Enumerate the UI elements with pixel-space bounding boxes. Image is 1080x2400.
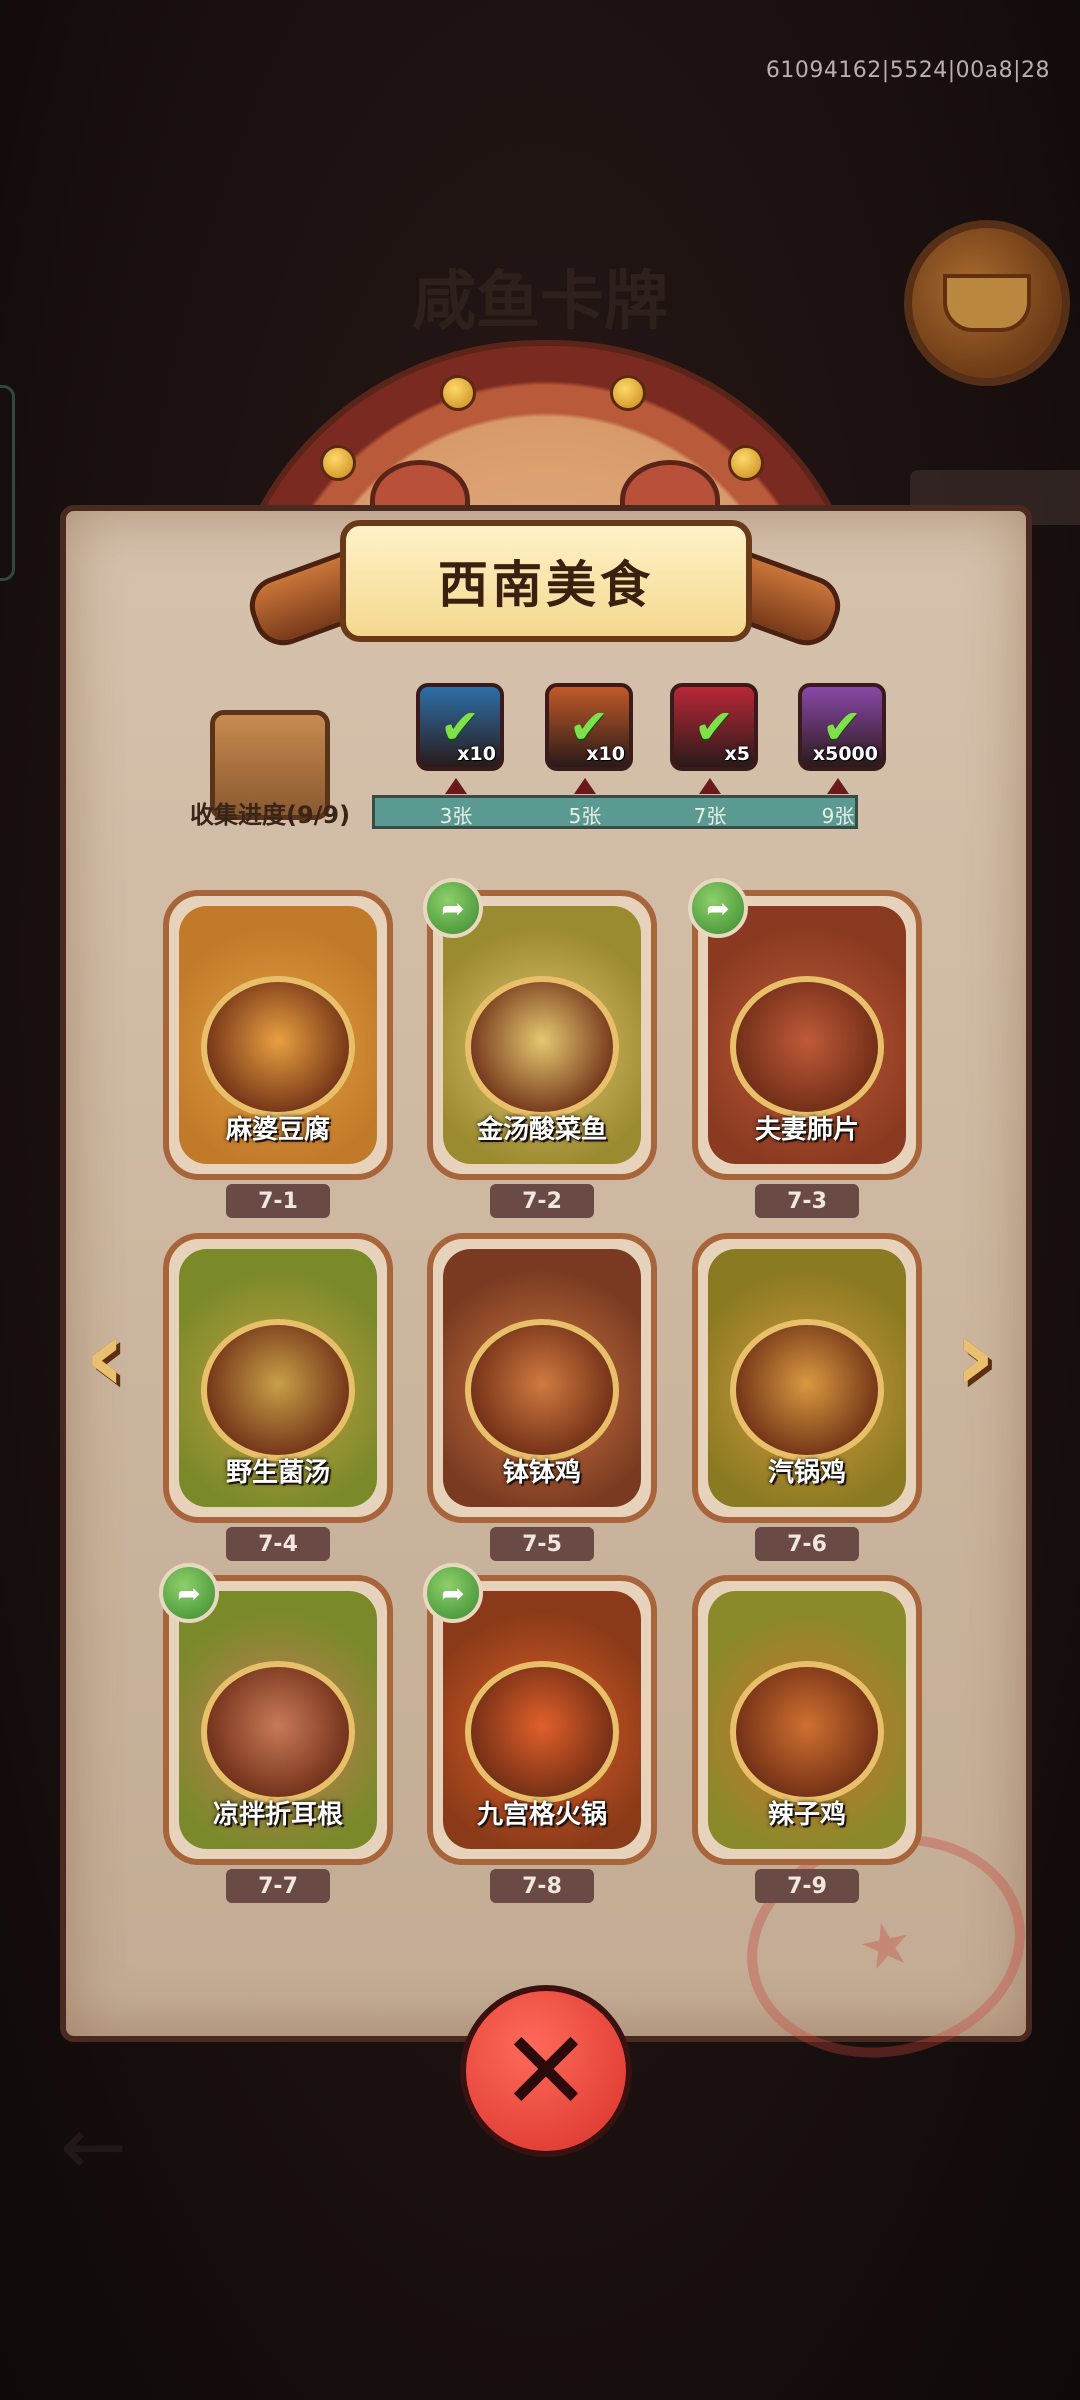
share-arrow-icon[interactable]: ➦ [423,1563,483,1623]
dome-bead [440,375,476,411]
milestone-reward-ticket-icon[interactable]: ✔ x10 [545,683,633,771]
food-card-number: 7-8 [490,1869,594,1903]
share-arrow-icon[interactable]: ➦ [688,878,748,938]
milestone-label: 3张 [439,804,473,828]
milestone-marker [445,778,467,794]
back-arrow-icon: ← [60,2100,128,2193]
reward-quantity: x10 [586,743,625,765]
food-card-image: 汽锅鸡 [708,1249,906,1507]
dome-bead [728,445,764,481]
dome-bead [320,445,356,481]
food-card[interactable]: 麻婆豆腐 [163,890,393,1180]
food-card-number: 7-9 [755,1869,859,1903]
food-card-number: 7-7 [226,1869,330,1903]
food-card-number: 7-1 [226,1184,330,1218]
food-card-image: 九宫格火锅 [443,1591,641,1849]
milestone-label: 7张 [693,804,727,828]
food-card-number: 7-6 [755,1527,859,1561]
coffee-cup-icon[interactable] [904,220,1070,386]
food-card-number: 7-5 [490,1527,594,1561]
next-page-arrow-icon[interactable]: › [940,1297,1010,1414]
food-card-name: 凉拌折耳根 [212,1800,343,1830]
close-button[interactable]: ✕ [460,1985,632,2157]
food-card-name: 钵钵鸡 [502,1458,581,1488]
dish-illustration [730,1319,884,1461]
food-card-name: 麻婆豆腐 [225,1115,330,1145]
food-card-name: 野生菌汤 [225,1458,330,1488]
dish-illustration [465,1319,619,1461]
food-card-name: 金汤酸菜鱼 [476,1115,607,1145]
milestone-label: 5张 [568,804,602,828]
debug-id-text: 61094162|5524|00a8|28 [765,58,1050,83]
panel-title-banner: 西南美食 [340,520,752,642]
dish-illustration [465,1661,619,1803]
food-card-image: 金汤酸菜鱼 [443,906,641,1164]
collection-progress-label: 收集进度(9/9) [190,801,351,829]
reward-quantity: x10 [457,743,496,765]
milestone-reward-crystal-icon[interactable]: ✔ x5000 [798,683,886,771]
food-card-image: 钵钵鸡 [443,1249,641,1507]
food-card-image: 夫妻肺片 [708,906,906,1164]
food-card[interactable]: 钵钵鸡 [427,1233,657,1523]
food-card[interactable]: 辣子鸡 [692,1575,922,1865]
prev-page-arrow-icon[interactable]: ‹ [70,1297,140,1414]
close-icon: ✕ [499,2007,593,2135]
milestone-label: 9张 [821,804,855,828]
share-arrow-icon[interactable]: ➦ [159,1563,219,1623]
food-card-number: 7-2 [490,1184,594,1218]
dish-illustration [201,1661,355,1803]
reward-quantity: x5 [724,743,750,765]
milestone-marker [827,778,849,794]
share-arrow-icon[interactable]: ➦ [423,878,483,938]
dish-illustration [201,976,355,1118]
milestone-marker [574,778,596,794]
food-card-image: 凉拌折耳根 [179,1591,377,1849]
food-card-number: 7-3 [755,1184,859,1218]
milestone-reward-gem-orb-icon[interactable]: ✔ x5 [670,683,758,771]
food-card-number: 7-4 [226,1527,330,1561]
food-card-image: 辣子鸡 [708,1591,906,1849]
food-card-image: 麻婆豆腐 [179,906,377,1164]
food-card-name: 九宫格火锅 [476,1800,607,1830]
food-card-name: 辣子鸡 [767,1800,846,1830]
dish-illustration [201,1319,355,1461]
panel-title: 西南美食 [438,555,654,614]
dome-bead [610,375,646,411]
food-card-name: 汽锅鸡 [767,1458,846,1488]
background-side-tab [0,385,15,581]
dish-illustration [730,976,884,1118]
food-card-name: 夫妻肺片 [754,1115,859,1145]
food-card-image: 野生菌汤 [179,1249,377,1507]
milestone-marker [699,778,721,794]
reward-quantity: x5000 [812,743,878,765]
food-card[interactable]: 野生菌汤 [163,1233,393,1523]
milestone-reward-treasure-chest-icon[interactable]: ✔ x10 [416,683,504,771]
food-card[interactable]: 汽锅鸡 [692,1233,922,1523]
dish-illustration [465,976,619,1118]
dish-illustration [730,1661,884,1803]
